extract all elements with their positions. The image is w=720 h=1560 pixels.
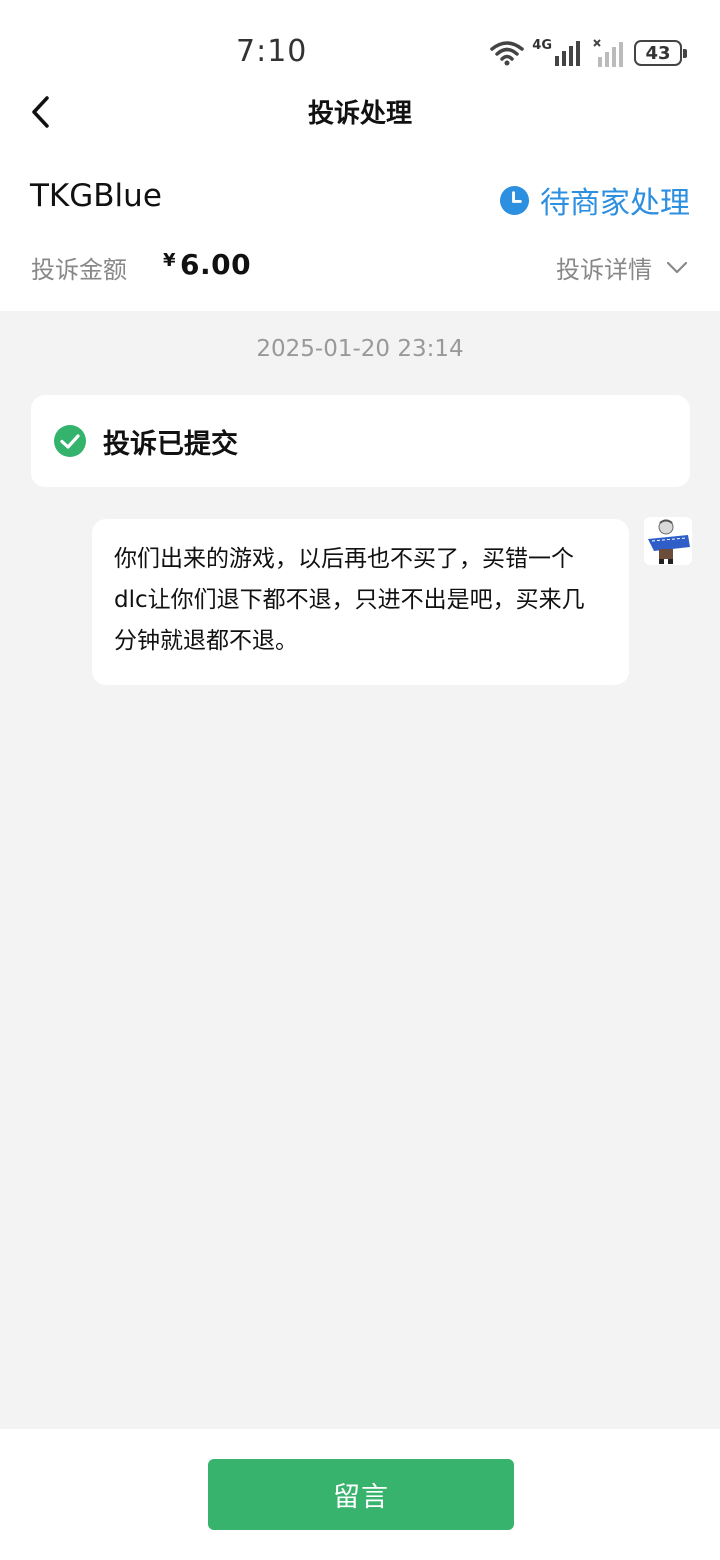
check-circle-icon <box>54 425 86 457</box>
complaint-message-text: 你们出来的游戏，以后再也不买了，买错一个dlc让你们退下都不退，只进不出是吧，买… <box>114 546 585 654</box>
complaint-message-bubble: 你们出来的游戏，以后再也不买了，买错一个dlc让你们退下都不退，只进不出是吧，买… <box>92 519 629 685</box>
clock-icon <box>499 185 530 215</box>
signal-icon <box>555 41 580 66</box>
amount-number: 6.00 <box>180 248 252 281</box>
chevron-down-icon <box>666 261 688 273</box>
status-bar: 7:10 4G 43 <box>0 0 720 100</box>
battery-level: 43 <box>645 42 671 64</box>
header-panel: 7:10 4G 43 投诉处理 TKGBlue 待商家处理 投诉金额 ¥ 6.0… <box>0 0 720 311</box>
complaint-status-label: 待商家处理 <box>540 186 690 221</box>
battery-indicator: 43 <box>634 40 687 66</box>
submitted-status-card: 投诉已提交 <box>31 395 690 487</box>
wifi-icon <box>490 41 525 66</box>
leave-message-button[interactable]: 留言 <box>208 1459 514 1530</box>
complaint-status: 待商家处理 <box>499 178 690 222</box>
complaint-details-toggle[interactable]: 投诉详情 <box>556 250 688 285</box>
page-title: 投诉处理 <box>307 99 412 129</box>
currency-symbol: ¥ <box>163 250 177 271</box>
avatar <box>644 517 692 565</box>
signal-no-service-icon <box>593 39 623 67</box>
status-time: 7:10 <box>236 34 308 69</box>
submitted-status-text: 投诉已提交 <box>103 428 238 460</box>
complaint-details-label: 投诉详情 <box>556 256 652 284</box>
amount-value: ¥6.00 <box>163 248 251 281</box>
amount-label: 投诉金额 <box>31 256 127 284</box>
status-icons: 4G 43 <box>490 37 687 68</box>
bottom-action-bar: 留言 <box>0 1429 720 1560</box>
network-type-label: 4G <box>532 37 552 53</box>
user-avatar-icon <box>644 517 692 565</box>
merchant-name: TKGBlue <box>30 178 162 214</box>
timeline-timestamp: 2025-01-20 23:14 <box>256 336 464 362</box>
